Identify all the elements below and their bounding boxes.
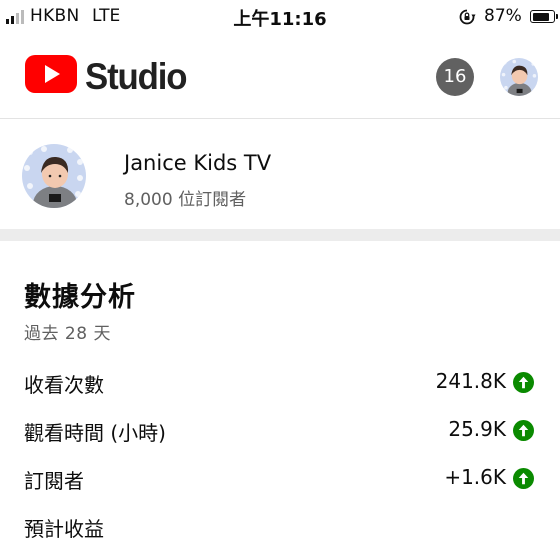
avatar-image	[500, 58, 538, 96]
status-bar: HKBN LTE 上午11:16 87%	[0, 0, 560, 34]
metric-row-views[interactable]: 收看次數 241.8K	[0, 361, 560, 401]
battery-icon	[530, 10, 558, 23]
up-arrow-icon	[513, 468, 534, 489]
rotation-lock-icon	[459, 9, 476, 25]
channel-avatar-image	[22, 144, 86, 208]
metric-row-subscribers[interactable]: 訂閱者 +1.6K	[0, 457, 560, 497]
metric-row-revenue[interactable]: 預計收益	[0, 505, 560, 545]
metric-label: 觀看時間 (小時)	[24, 421, 166, 445]
metric-label: 收看次數	[24, 373, 104, 397]
up-arrow-icon	[513, 420, 534, 441]
clock: 上午11:16	[233, 9, 327, 30]
app-header: Studio 16	[0, 34, 560, 119]
channel-card[interactable]: Janice Kids TV 8,000 位訂閱者	[0, 119, 560, 229]
analytics-period: 過去 28 天	[24, 324, 111, 344]
subscriber-count: 8,000 位訂閱者	[124, 190, 247, 210]
notifications-button[interactable]: 16	[436, 58, 474, 96]
account-avatar[interactable]	[500, 58, 538, 96]
up-arrow-icon	[513, 372, 534, 393]
metric-value: 25.9K	[448, 417, 506, 441]
channel-avatar[interactable]	[22, 144, 86, 208]
metric-label: 訂閱者	[24, 469, 84, 493]
channel-name: Janice Kids TV	[124, 151, 272, 175]
section-divider	[0, 229, 560, 241]
metric-value: +1.6K	[444, 465, 506, 489]
analytics-card[interactable]: 數據分析 過去 28 天 收看次數 241.8K 觀看時間 (小時) 25.9K…	[0, 241, 560, 560]
youtube-logo-icon[interactable]	[25, 55, 77, 93]
metric-row-watch-time[interactable]: 觀看時間 (小時) 25.9K	[0, 409, 560, 449]
metric-value: 241.8K	[435, 369, 506, 393]
studio-wordmark[interactable]: Studio	[85, 56, 188, 98]
battery-percent: 87%	[484, 6, 522, 26]
analytics-title: 數據分析	[24, 282, 136, 313]
metric-label: 預計收益	[24, 517, 104, 541]
